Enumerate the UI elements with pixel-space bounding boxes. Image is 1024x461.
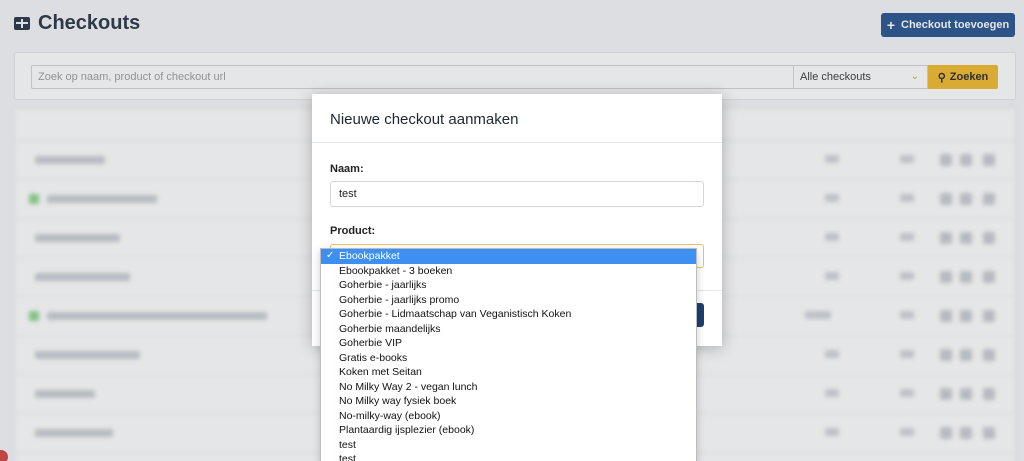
product-label: Product: [330,225,376,237]
product-option-label: Koken met Seitan [339,366,422,378]
product-option-label: test [339,453,356,461]
product-option[interactable]: Goherbie maandelijks [321,322,696,337]
product-option-label: Goherbie maandelijks [339,322,441,335]
product-option[interactable]: Koken met Seitan [321,365,696,380]
product-option-label: Gratis e-books [339,351,408,364]
product-option[interactable]: ✓ Ebookpakket [321,249,696,264]
product-option-label: Ebookpakket - 3 boeken [339,264,453,277]
product-option-label: No-milky-way (ebook) [339,409,441,422]
product-option[interactable]: No-milky-way (ebook) [321,409,696,424]
product-option-label: Goherbie - Lidmaatschap van Veganistisch… [339,308,572,320]
product-option-label: Plantaardig ijsplezier (ebook) [339,424,475,436]
product-option[interactable]: Goherbie VIP [321,336,696,351]
name-label: Naam: [330,163,364,175]
product-option-label: No Milky way fysiek boek [339,395,457,407]
product-option[interactable]: Goherbie - jaarlijks [321,278,696,293]
product-option[interactable]: Goherbie - jaarlijks promo [321,293,696,308]
product-option-label: Goherbie - jaarlijks promo [339,293,460,306]
product-option-label: No Milky Way 2 - vegan lunch [339,380,478,393]
checkmark-icon: ✓ [326,250,335,261]
product-option[interactable]: test [321,452,696,461]
product-option-label: Goherbie - jaarlijks [339,279,427,291]
product-option[interactable]: Ebookpakket - 3 boeken [321,264,696,279]
product-option[interactable]: No Milky Way 2 - vegan lunch [321,380,696,395]
product-option[interactable]: Gratis e-books [321,351,696,366]
product-option[interactable]: Goherbie - Lidmaatschap van Veganistisch… [321,307,696,322]
product-option-label: Goherbie VIP [339,337,403,349]
product-option[interactable]: No Milky way fysiek boek [321,394,696,409]
product-dropdown-list[interactable]: ✓ Ebookpakket Ebookpakket - 3 boeken Goherb… [320,248,697,461]
product-option-label: Ebookpakket [339,250,400,262]
name-field[interactable]: test [330,181,704,207]
modal-title: Nieuwe checkout aanmaken [330,111,519,128]
modal-header: Nieuwe checkout aanmaken [312,94,722,143]
product-option-label: test [339,438,356,451]
product-option[interactable]: test [321,438,696,453]
product-option[interactable]: Plantaardig ijsplezier (ebook) [321,423,696,438]
